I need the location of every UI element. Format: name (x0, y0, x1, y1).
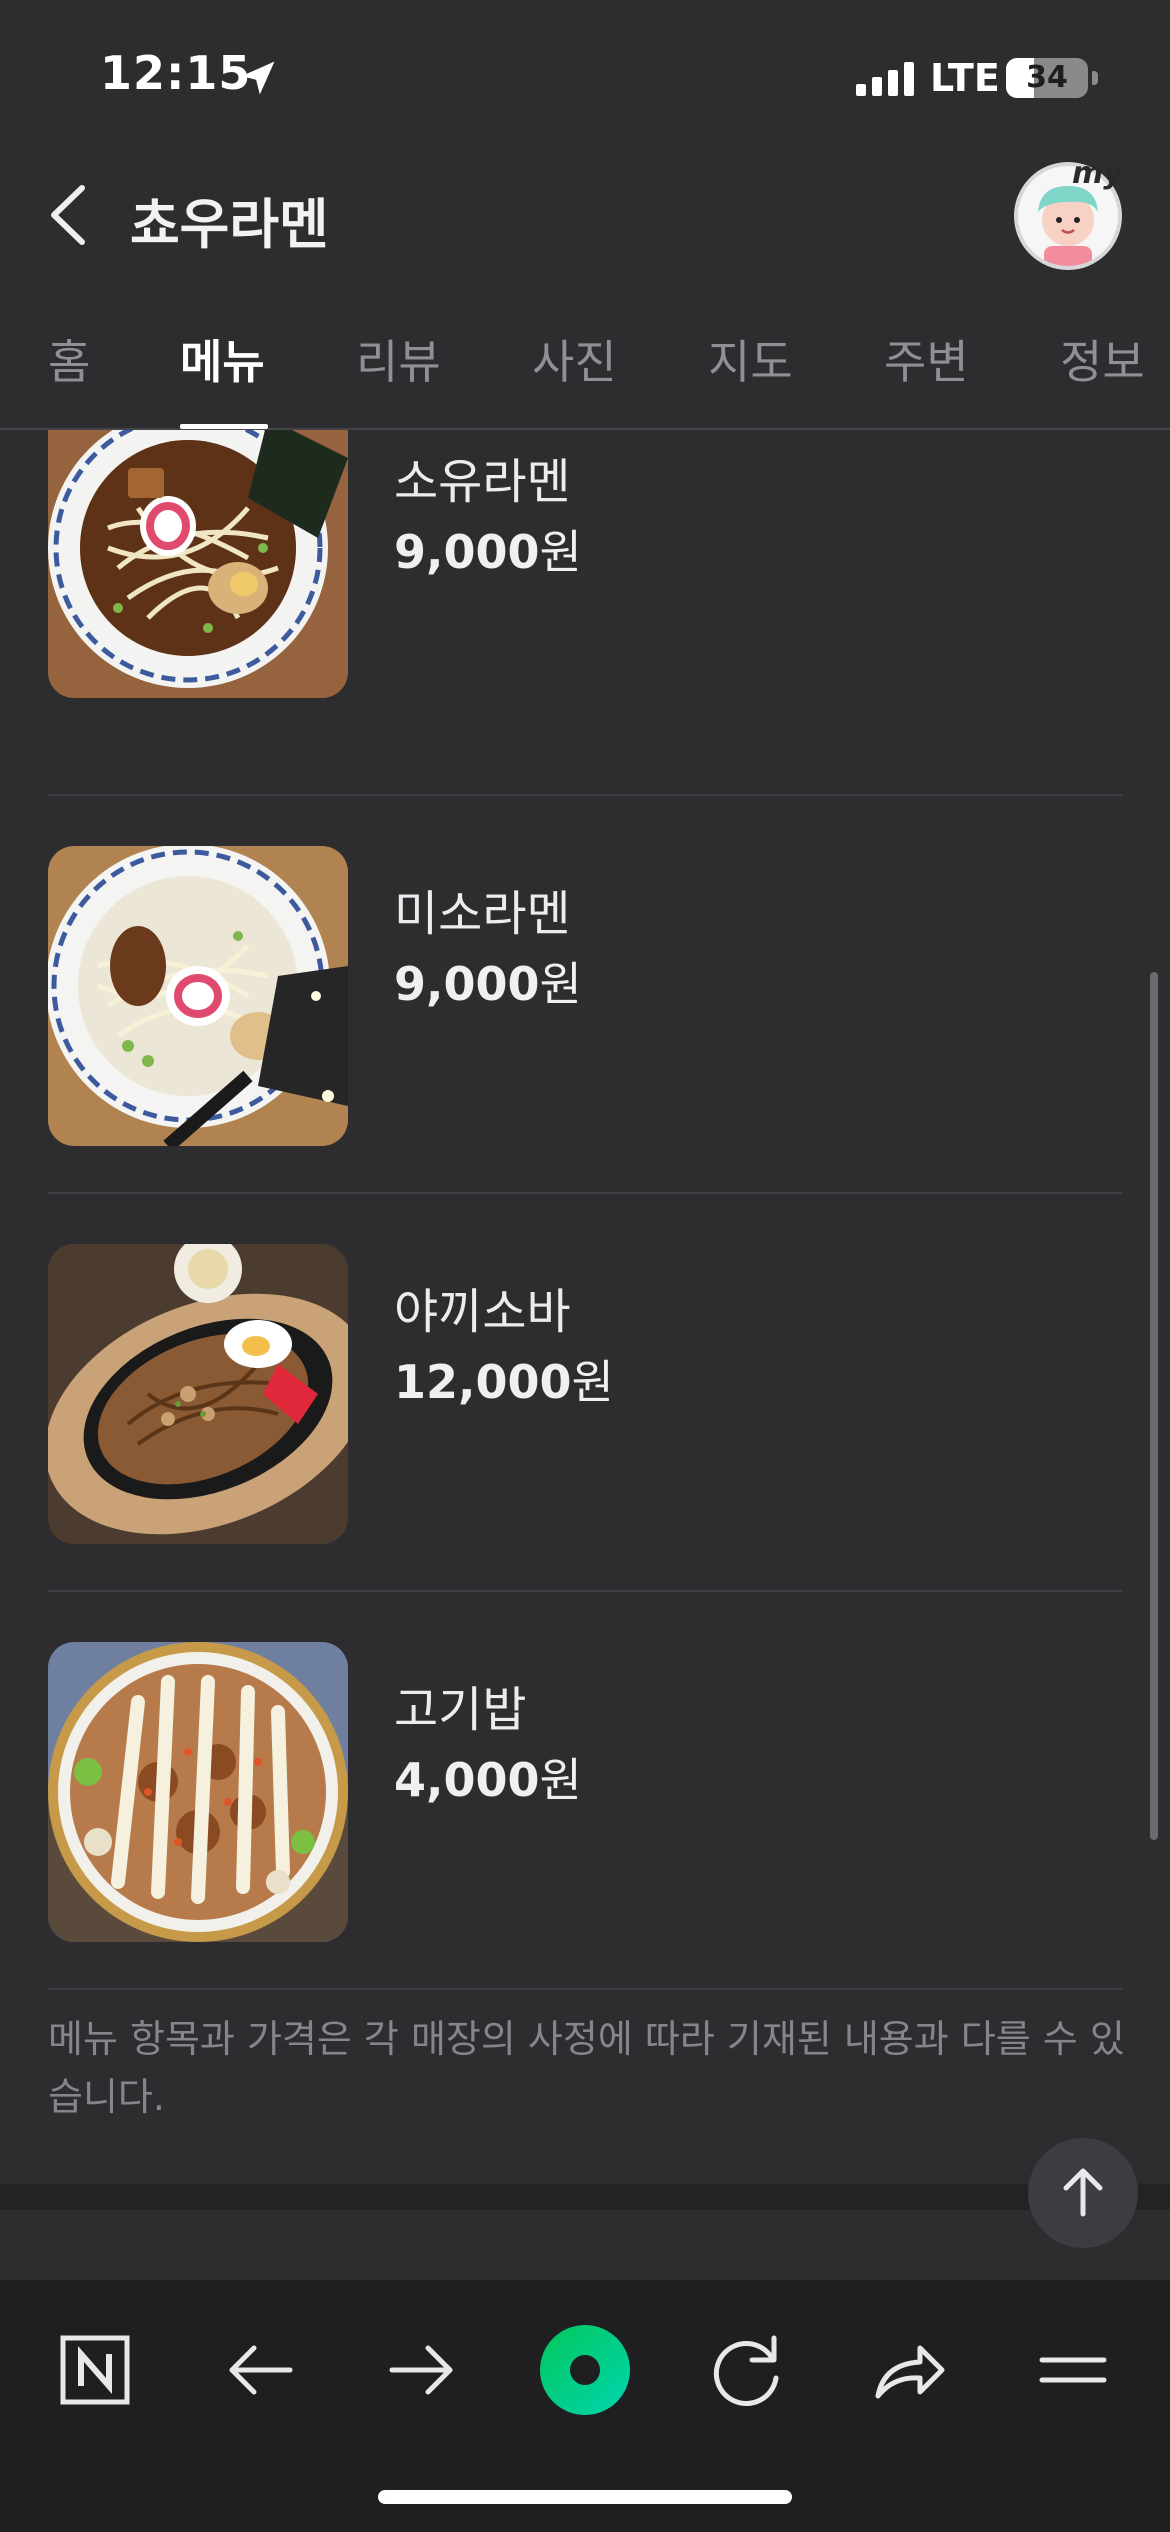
tab-nearby[interactable]: 주변 (884, 326, 969, 392)
menu-item[interactable]: 미소라멘 9,000원 (48, 796, 1122, 1194)
tab-map[interactable]: 지도 (708, 326, 793, 392)
network-type: LTE (930, 56, 1000, 100)
refresh-icon[interactable] (696, 2320, 796, 2420)
status-bar: 12:15 LTE 34 (0, 0, 1170, 150)
scrollbar[interactable] (1150, 972, 1158, 1840)
menu-list: 소유라멘 9,000원 미소라멘 9,000원 야끼소바 12,000원 고기밥… (0, 430, 1170, 2190)
menu-item[interactable]: 야끼소바 12,000원 (48, 1194, 1122, 1592)
arrow-up-icon (1063, 2168, 1103, 2217)
menu-price: 9,000원 (394, 957, 582, 1011)
menu-price: 4,000원 (394, 1753, 582, 1807)
menu-name: 야끼소바 (394, 1284, 571, 1340)
menu-name: 미소라멘 (394, 886, 571, 942)
menu-price: 12,000원 (394, 1355, 614, 1409)
back-arrow-icon[interactable] (40, 180, 100, 250)
header: 쵸우라멘 (0, 150, 1170, 280)
battery-cap (1092, 71, 1098, 85)
menu-item[interactable]: 고기밥 4,000원 (48, 1592, 1122, 1990)
battery-percent: 34 (1026, 60, 1068, 95)
tab-reviews[interactable]: 리뷰 (356, 326, 441, 392)
battery-icon: 34 (1006, 58, 1088, 98)
avatar-badge: my (1072, 156, 1123, 191)
tab-photos[interactable]: 사진 (532, 326, 617, 392)
tab-bar: 홈 메뉴 리뷰 사진 지도 주변 정보 (0, 316, 1170, 430)
arrow-right-icon[interactable] (372, 2320, 472, 2420)
tab-info[interactable]: 정보 (1060, 326, 1145, 392)
home-indicator[interactable] (378, 2490, 792, 2504)
share-icon[interactable] (858, 2320, 958, 2420)
menu-item[interactable]: 소유라멘 9,000원 (48, 430, 1122, 796)
status-time: 12:15 (100, 46, 252, 100)
menu-photo (48, 1642, 348, 1942)
naver-n-icon[interactable] (45, 2320, 145, 2420)
menu-name: 고기밥 (394, 1682, 527, 1738)
menu-photo (48, 846, 348, 1146)
menu-name: 소유라멘 (394, 454, 571, 510)
menu-price: 9,000원 (394, 525, 582, 579)
next-section (0, 2210, 1170, 2280)
menu-photo (48, 430, 348, 698)
page-title: 쵸우라멘 (130, 193, 329, 256)
section-divider (0, 2184, 1170, 2210)
app-screen: 12:15 LTE 34 쵸우라멘 my 홈 메뉴 리뷰 사진 지도 주변 정보… (0, 0, 1170, 2532)
menu-icon[interactable] (1022, 2320, 1122, 2420)
green-dot-icon[interactable] (535, 2320, 635, 2420)
active-tab-indicator (180, 424, 268, 429)
menu-photo (48, 1244, 348, 1544)
tab-home[interactable]: 홈 (48, 326, 90, 392)
cellular-signal-icon (856, 62, 914, 96)
location-arrow-icon (241, 61, 275, 95)
tab-menu[interactable]: 메뉴 (180, 326, 265, 392)
menu-notice: 메뉴 항목과 가격은 각 매장의 사정에 따라 기재된 내용과 다를 수 있습니… (48, 2017, 1125, 2119)
arrow-left-icon[interactable] (210, 2320, 310, 2420)
scroll-to-top-button[interactable] (1028, 2138, 1138, 2248)
